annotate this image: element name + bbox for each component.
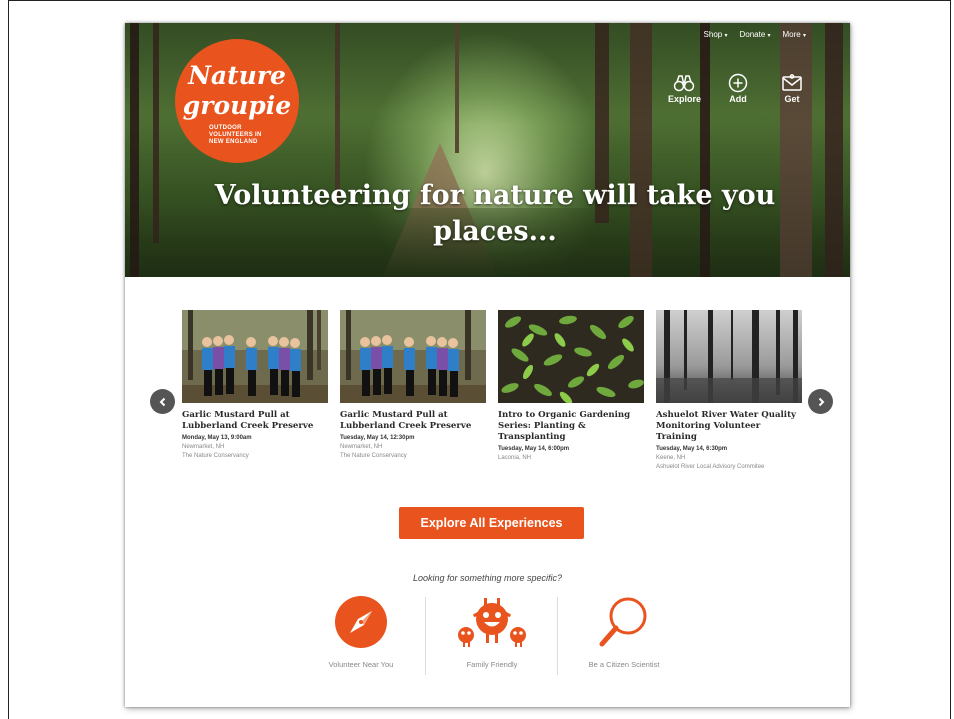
- divider: [557, 597, 558, 675]
- event-photo: [182, 310, 328, 403]
- hero-headline: Volunteering for nature will take you pl…: [214, 180, 776, 247]
- feature-label: Be a Citizen Scientist: [588, 660, 660, 669]
- nav-get-label: Get: [784, 94, 800, 104]
- event-card[interactable]: Intro to Organic Gardening Series: Plant…: [498, 310, 644, 464]
- event-date: Monday, May 13, 9:00am: [182, 435, 252, 441]
- event-date: Tuesday, May 14, 6:30pm: [656, 446, 728, 452]
- specific-prompt: Looking for something more specific?: [412, 573, 563, 583]
- nav-get[interactable]: Get: [776, 72, 808, 104]
- event-date: Tuesday, May 14, 12:30pm: [340, 435, 415, 441]
- envelope-icon: [776, 72, 808, 94]
- nav-shop[interactable]: Shop ▾: [704, 30, 728, 39]
- plus-circle-icon: [722, 72, 754, 94]
- divider: [425, 597, 426, 675]
- logo-line2: groupie: [182, 91, 292, 120]
- magnifier-icon: [599, 597, 647, 647]
- nav-more-label: More: [782, 30, 801, 39]
- nav-explore[interactable]: Explore: [668, 72, 702, 104]
- event-title: Ashuelot River Water Quality Monitoring …: [656, 410, 797, 442]
- event-date: Tuesday, May 14, 6:00pm: [498, 446, 570, 452]
- nav-add-label: Add: [729, 94, 747, 104]
- event-title: Intro to Organic Gardening Series: Plant…: [498, 410, 631, 442]
- nav-add[interactable]: Add: [722, 72, 754, 104]
- event-location: Newmarket, NH: [340, 444, 383, 450]
- carousel-prev-button[interactable]: [150, 389, 175, 414]
- top-nav: Shop ▾ Donate ▾ More ▾: [704, 30, 806, 39]
- carousel-next-button[interactable]: [808, 389, 833, 414]
- chevron-left-icon: [159, 397, 165, 406]
- binoculars-icon: [668, 72, 700, 94]
- website-page: Nature groupie OUTDOOR VOLUNTEERS IN NEW…: [125, 23, 850, 707]
- chevron-down-icon: ▾: [802, 33, 806, 39]
- logo-line1: Nature: [188, 61, 286, 90]
- explore-all-button[interactable]: Explore All Experiences: [399, 507, 584, 539]
- event-org: The Nature Conservancy: [340, 453, 407, 459]
- event-title: Garlic Mustard Pull at Lubberland Creek …: [182, 410, 314, 431]
- compass-icon: [335, 596, 387, 648]
- event-location: Laconia, NH: [498, 455, 532, 461]
- nav-shop-label: Shop: [703, 30, 723, 39]
- event-org: Ashuelot River Local Advisory Commitee: [656, 464, 765, 470]
- event-card[interactable]: Garlic Mustard Pull at Lubberland Creek …: [340, 310, 486, 459]
- logo-tagline: OUTDOOR VOLUNTEERS IN NEW ENGLAND: [209, 125, 262, 145]
- nav-more[interactable]: More ▾: [783, 30, 806, 39]
- chevron-right-icon: [818, 397, 824, 406]
- event-photo: [340, 310, 486, 403]
- feature-citizen-scientist[interactable]: Be a Citizen Scientist: [559, 595, 689, 669]
- event-title: Garlic Mustard Pull at Lubberland Creek …: [340, 410, 472, 431]
- event-card[interactable]: Garlic Mustard Pull at Lubberland Creek …: [182, 310, 328, 459]
- feature-label: Volunteer Near You: [328, 660, 394, 669]
- chevron-down-icon: ▾: [767, 33, 771, 39]
- hero-banner: Nature groupie OUTDOOR VOLUNTEERS IN NEW…: [125, 23, 850, 277]
- event-card[interactable]: Ashuelot River Water Quality Monitoring …: [656, 310, 802, 470]
- nav-donate-label: Donate: [739, 30, 766, 39]
- feature-volunteer-near-you[interactable]: Volunteer Near You: [296, 595, 426, 669]
- event-photo: [498, 310, 644, 403]
- chevron-down-icon: ▾: [724, 33, 728, 39]
- event-location: Keene, NH: [656, 455, 686, 461]
- event-org: The Nature Conservancy: [182, 453, 249, 459]
- family-monsters-icon: [458, 598, 526, 647]
- icon-nav: Explore Add Get: [668, 72, 808, 104]
- nav-donate[interactable]: Donate ▾: [739, 30, 770, 39]
- event-location: Newmarket, NH: [182, 444, 225, 450]
- event-photo: [656, 310, 802, 403]
- feature-label: Family Friendly: [466, 660, 518, 669]
- site-logo[interactable]: Nature groupie OUTDOOR VOLUNTEERS IN NEW…: [175, 39, 299, 163]
- nav-explore-label: Explore: [668, 94, 702, 104]
- feature-family-friendly[interactable]: Family Friendly: [427, 595, 557, 669]
